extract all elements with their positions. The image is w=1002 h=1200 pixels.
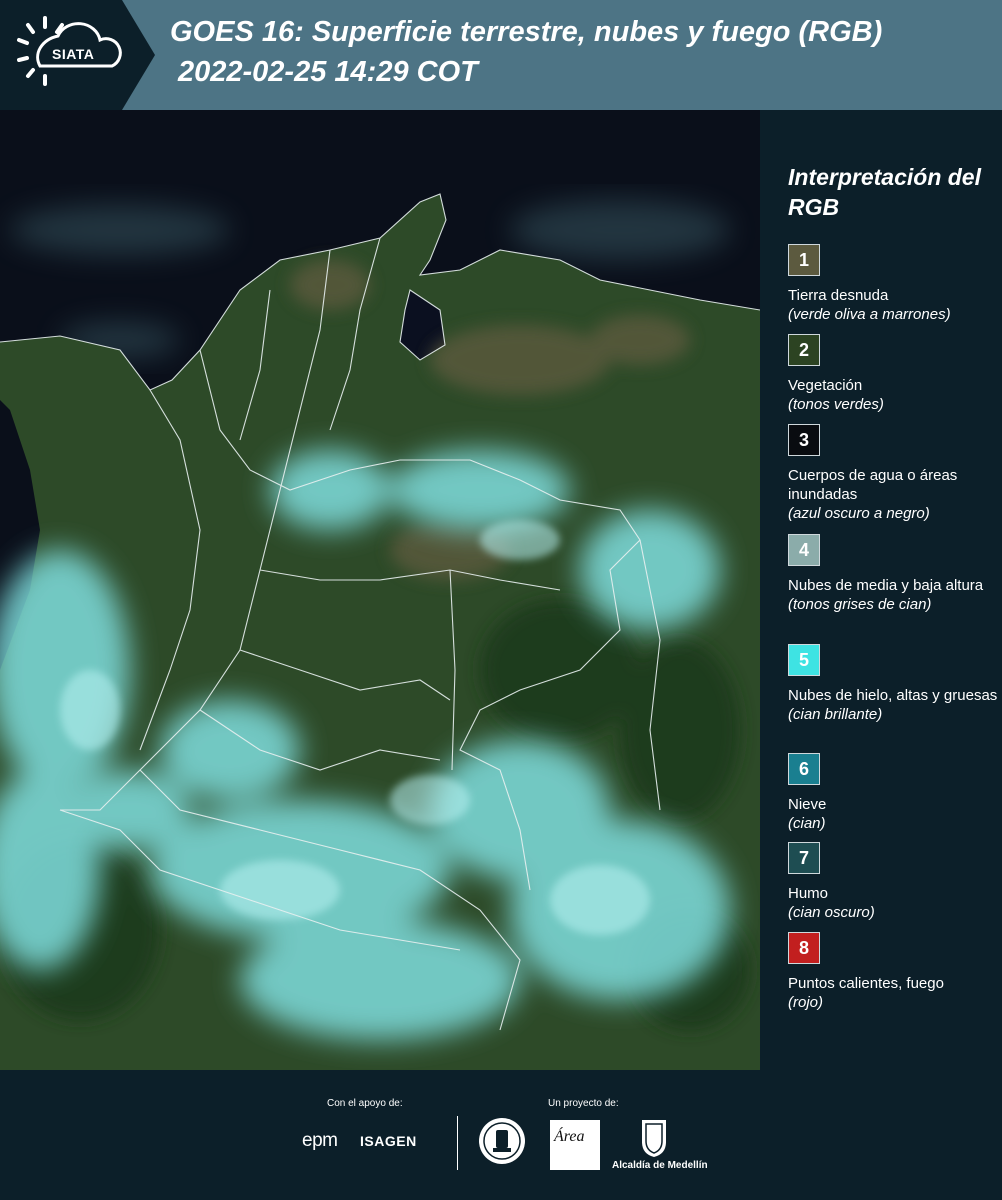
legend-panel: Interpretación del RGB 1 Tierra desnuda …: [760, 110, 1002, 1070]
header-bar: SIATA GOES 16: Superficie terrestre, nub…: [0, 0, 1002, 110]
legend-label: Nubes de media y baja altura: [788, 577, 984, 594]
area-metropolitana-logo: Área: [550, 1120, 600, 1170]
legend-label: Nubes de hielo, altas y gruesas: [788, 687, 998, 704]
epm-logo: epm: [302, 1130, 338, 1151]
legend-label: Vegetación: [788, 377, 863, 394]
legend-swatch: 6: [788, 753, 820, 785]
footer-divider: [457, 1116, 458, 1170]
alcaldia-shield-icon: [642, 1120, 666, 1157]
satellite-map: [0, 110, 760, 1070]
legend-item-6: 6 Nieve (cian): [788, 753, 998, 833]
legend-swatch: 1: [788, 244, 820, 276]
legend-swatch: 3: [788, 424, 820, 456]
legend-item-3: 3 Cuerpos de agua o áreas inundadas (azu…: [788, 424, 998, 523]
support-label: Con el apoyo de:: [327, 1098, 403, 1109]
legend-note: (rojo): [788, 994, 824, 1011]
legend-label: Nieve: [788, 796, 827, 813]
isagen-logo: ISAGEN: [360, 1133, 417, 1149]
legend-swatch: 7: [788, 842, 820, 874]
area-logo-text: Área: [554, 1128, 585, 1145]
page-title: GOES 16: Superficie terrestre, nubes y f…: [170, 16, 883, 48]
legend-label: Puntos calientes, fuego: [788, 975, 944, 992]
siata-logo-text: SIATA: [52, 46, 95, 62]
legend-item-4: 4 Nubes de media y baja altura (tonos gr…: [788, 534, 998, 614]
legend-swatch: 5: [788, 644, 820, 676]
legend-title: Interpretación del RGB: [788, 164, 981, 220]
legend-item-8: 8 Puntos calientes, fuego (rojo): [788, 932, 998, 1012]
legend-note: (tonos verdes): [788, 396, 884, 413]
legend-label: Tierra desnuda: [788, 287, 889, 304]
alcaldia-label: Alcaldía de Medellín: [612, 1160, 708, 1171]
legend-note: (cian oscuro): [788, 904, 875, 921]
legend-item-2: 2 Vegetación (tonos verdes): [788, 334, 998, 414]
legend-note: (verde oliva a marrones): [788, 306, 951, 323]
legend-note: (cian): [788, 815, 826, 832]
legend-note: (azul oscuro a negro): [788, 505, 930, 522]
legend-item-1: 1 Tierra desnuda (verde oliva a marrones…: [788, 244, 998, 324]
legend-note: (cian brillante): [788, 706, 883, 723]
project-label: Un proyecto de:: [548, 1098, 619, 1109]
legend-swatch: 4: [788, 534, 820, 566]
page-timestamp: 2022-02-25 14:29 COT: [178, 56, 478, 88]
legend-item-7: 7 Humo (cian oscuro): [788, 842, 998, 922]
siata-logo: SIATA: [0, 0, 155, 110]
legend-item-5: 5 Nubes de hielo, altas y gruesas (cian …: [788, 644, 998, 724]
legend-swatch: 2: [788, 334, 820, 366]
legend-label: Humo: [788, 885, 829, 902]
legend-note: (tonos grises de cian): [788, 596, 932, 613]
legend-swatch: 8: [788, 932, 820, 964]
footer: Con el apoyo de: Un proyecto de: epm ISA…: [0, 1070, 1002, 1200]
legend-label: Cuerpos de agua o áreas inundadas: [788, 467, 958, 503]
antioquia-seal-icon: [479, 1118, 525, 1164]
